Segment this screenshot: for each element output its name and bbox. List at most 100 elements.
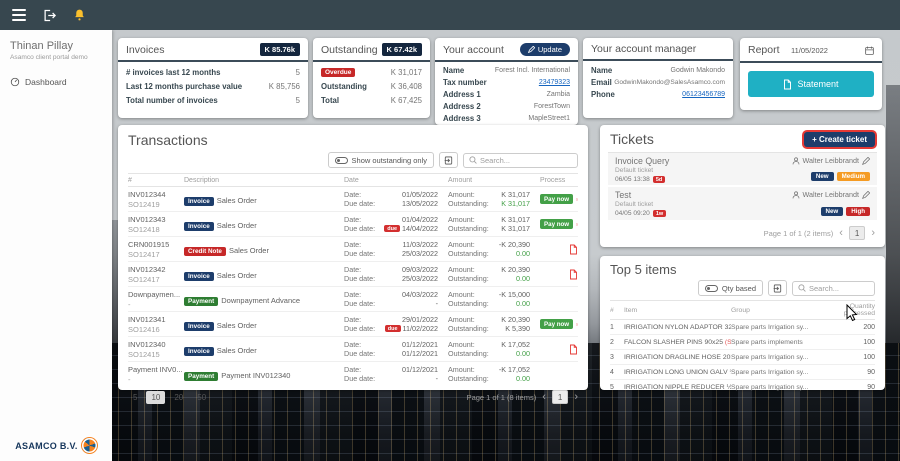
- pay-now-button[interactable]: Pay now: [540, 194, 573, 204]
- stat-label: Total number of invoices: [126, 96, 218, 105]
- card-title: Invoices: [126, 44, 165, 56]
- person-icon: [792, 157, 800, 165]
- mouse-cursor: [846, 304, 858, 322]
- report-date-field[interactable]: [791, 46, 874, 55]
- page-size-5[interactable]: 5: [128, 391, 142, 404]
- outstanding-total-badge: K 67.42k: [382, 43, 422, 56]
- page-size-50[interactable]: 50: [192, 391, 211, 404]
- table-row[interactable]: Payment INV0...- PaymentPayment INV01234…: [128, 362, 578, 386]
- table-row[interactable]: 4 IRRIGATION LONG UNION GALV ¾" (SP-IR-3…: [610, 365, 875, 380]
- user-info: Thinan Pillay Asamco client portal demo: [0, 30, 112, 61]
- table-row[interactable]: 2 FALCON SLASHER PINS 90x25 (SP-IM-081) …: [610, 335, 875, 350]
- table-row[interactable]: CRN001915SO12417 Credit NoteSales Order …: [128, 237, 578, 262]
- show-outstanding-toggle[interactable]: Show outstanding only: [328, 152, 434, 168]
- table-row[interactable]: INV012342SO12417 InvoiceSales Order Date…: [128, 262, 578, 287]
- table-row[interactable]: INV012340SO12415 InvoiceSales Order Date…: [128, 337, 578, 362]
- globe-logo-icon: [82, 438, 97, 453]
- ticket-item[interactable]: Test Default ticket 04/05 09:201w Walter…: [608, 187, 877, 222]
- logout-icon[interactable]: [42, 8, 57, 23]
- pdf-icon[interactable]: [569, 269, 578, 280]
- export-icon: [444, 156, 453, 165]
- statement-button[interactable]: Statement: [748, 71, 874, 97]
- search-icon: [798, 284, 806, 292]
- table-header: #DescriptionDateAmountProcess: [128, 173, 578, 187]
- tickets-title: Tickets: [610, 131, 654, 147]
- page-number[interactable]: 1: [552, 390, 568, 404]
- table-row[interactable]: INV012344SO12419 InvoiceSales Order Date…: [128, 187, 578, 212]
- status-badge: New: [811, 172, 834, 181]
- manager-phone-link[interactable]: 06123456789: [682, 91, 725, 98]
- company-logo: ASAMCO B.V.: [0, 438, 112, 453]
- doc-type-badge: Credit Note: [184, 247, 226, 256]
- ticket-assignee[interactable]: Walter Leibbrandt: [792, 156, 870, 165]
- pay-now-button[interactable]: Pay now: [540, 219, 573, 229]
- table-row[interactable]: 1 IRRIGATION NYLON ADAPTOR 32MM (SP-IR-3…: [610, 320, 875, 335]
- table-row[interactable]: INV012343SO12418 InvoiceSales Order Date…: [128, 212, 578, 237]
- update-account-button[interactable]: Update: [520, 43, 570, 56]
- table-row[interactable]: 3 IRRIGATION DRAGLINE HOSE 20MM X 100M (…: [610, 350, 875, 365]
- pdf-icon[interactable]: [569, 244, 578, 255]
- ticket-item[interactable]: Invoice Query Default ticket 06/05 13:38…: [608, 152, 877, 187]
- create-ticket-button[interactable]: + Create ticket: [804, 132, 875, 147]
- ticket-assignee[interactable]: Walter Leibbrandt: [792, 190, 870, 199]
- menu-icon[interactable]: [12, 9, 26, 21]
- doc-type-badge: Invoice: [184, 222, 214, 231]
- doc-type-badge: Invoice: [184, 197, 214, 206]
- ticket-age-badge: 5d: [653, 176, 665, 183]
- table-row[interactable]: Downpaymen...- PaymentDownpayment Advanc…: [128, 287, 578, 312]
- pencil-icon[interactable]: [862, 157, 870, 165]
- next-page-icon[interactable]: ›: [871, 228, 875, 239]
- table-row[interactable]: 5 IRRIGATION NIPPLE REDUCER ½" (SP-IR-38…: [610, 380, 875, 394]
- export-button[interactable]: [439, 152, 458, 168]
- sidebar-item-label: Dashboard: [25, 77, 67, 87]
- pdf-icon[interactable]: [576, 319, 578, 330]
- field-value: Godwin Makondo: [671, 67, 725, 74]
- search-icon: [469, 156, 477, 164]
- pdf-icon[interactable]: [576, 194, 578, 205]
- field-label: Name: [443, 66, 464, 75]
- toggle-icon: [705, 285, 718, 292]
- priority-badge: Medium: [837, 172, 870, 181]
- pencil-icon[interactable]: [862, 191, 870, 199]
- tax-number-link[interactable]: 23479323: [539, 79, 570, 86]
- field-label: Address 3: [443, 114, 481, 123]
- search-input[interactable]: [480, 156, 572, 165]
- transactions-search[interactable]: [463, 153, 578, 168]
- status-badge: New: [821, 207, 844, 216]
- bell-icon[interactable]: [73, 8, 86, 22]
- next-page-icon[interactable]: ›: [574, 392, 578, 403]
- page-size-10[interactable]: 10: [146, 391, 165, 404]
- card-title: Outstanding: [321, 44, 378, 56]
- field-value: ForestTown: [534, 103, 570, 110]
- stat-label: Last 12 months purchase value: [126, 82, 242, 91]
- stat-label: Outstanding: [321, 82, 367, 91]
- export-button[interactable]: [768, 280, 787, 296]
- pay-now-button[interactable]: Pay now: [540, 319, 573, 329]
- stat-label: # invoices last 12 months: [126, 68, 220, 77]
- ticket-age-badge: 1w: [653, 210, 666, 217]
- pagination-info: Page 1 of 1 (2 items): [764, 229, 834, 238]
- field-label: Tax number: [443, 78, 487, 87]
- report-date-input[interactable]: [791, 46, 861, 55]
- card-title: Your account manager: [591, 43, 696, 55]
- doc-type-badge: Invoice: [184, 322, 214, 331]
- table-row[interactable]: INV012341SO12416 InvoiceSales Order Date…: [128, 312, 578, 337]
- top-items-card: Top 5 items Qty based #ItemGroupQuantity…: [600, 256, 885, 390]
- search-input[interactable]: [809, 284, 869, 293]
- pdf-icon[interactable]: [569, 344, 578, 355]
- page-number[interactable]: 1: [849, 226, 865, 240]
- prev-page-icon[interactable]: ‹: [839, 228, 843, 239]
- sidebar-item-dashboard[interactable]: Dashboard: [0, 61, 112, 87]
- qty-based-toggle[interactable]: Qty based: [698, 280, 763, 296]
- page-size-20[interactable]: 20: [169, 391, 188, 404]
- pdf-icon[interactable]: [576, 219, 578, 230]
- card-title: Your account: [443, 44, 504, 56]
- field-label: Name: [591, 66, 612, 75]
- outstanding-card: Outstanding K 67.42k OverdueK 31,017 Out…: [313, 38, 430, 118]
- doc-type-badge: Payment: [184, 297, 218, 306]
- overdue-badge: due: [385, 325, 401, 332]
- field-label: Address 2: [443, 102, 481, 111]
- top-items-search[interactable]: [792, 281, 875, 296]
- doc-type-badge: Payment: [184, 372, 218, 381]
- prev-page-icon[interactable]: ‹: [542, 392, 546, 403]
